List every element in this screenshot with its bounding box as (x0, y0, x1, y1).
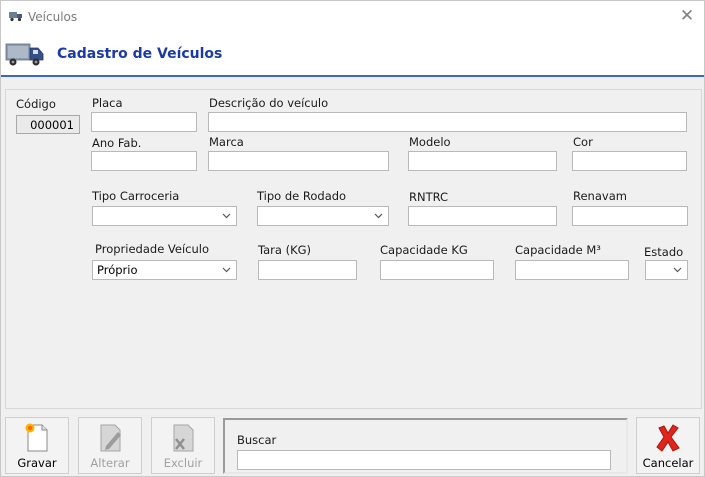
edit-document-icon (100, 424, 121, 452)
truck-icon (5, 43, 44, 66)
capacidade-kg-label: Capacidade KG (380, 243, 468, 257)
red-x-icon (656, 424, 680, 452)
chevron-down-icon (673, 267, 682, 273)
title-bar: Veículos ✕ (1, 1, 704, 33)
rntrc-label: RNTRC (409, 190, 449, 204)
close-icon: ✕ (679, 6, 695, 26)
tipo-rodado-select[interactable] (257, 206, 389, 226)
modelo-input[interactable] (408, 151, 557, 171)
codigo-label: Código (16, 97, 56, 111)
chevron-down-icon (374, 213, 383, 219)
tara-label: Tara (KG) (258, 243, 312, 257)
search-input[interactable] (237, 450, 611, 470)
renavam-input[interactable] (572, 206, 688, 226)
capacidade-kg-input[interactable] (380, 260, 494, 280)
alterar-button[interactable]: Alterar (78, 417, 142, 474)
tara-input[interactable] (258, 260, 357, 280)
vehicle-window: Veículos ✕ Cadastro de Veículos Código 0… (0, 0, 705, 477)
rntrc-input[interactable] (408, 206, 557, 226)
tipo-carroceria-label: Tipo Carroceria (92, 189, 180, 203)
gravar-label: Gravar (17, 456, 57, 470)
chevron-down-icon (222, 267, 231, 273)
codigo-field: 000001 (16, 115, 80, 134)
chevron-down-icon (222, 213, 231, 219)
capacidade-m3-input[interactable] (515, 260, 629, 280)
search-label: Buscar (237, 433, 277, 447)
form-header: Cadastro de Veículos (1, 33, 704, 77)
placa-label: Placa (92, 96, 123, 110)
cor-label: Cor (573, 135, 593, 149)
marca-input[interactable] (208, 151, 389, 171)
new-document-icon (25, 423, 48, 452)
descricao-input[interactable] (208, 112, 687, 132)
marca-label: Marca (209, 135, 244, 149)
tipo-rodado-label: Tipo de Rodado (257, 189, 347, 203)
capacidade-m3-label: Capacidade M³ (515, 243, 601, 257)
estado-label: Estado (644, 245, 684, 259)
ano-fab-input[interactable] (91, 151, 197, 171)
delete-document-icon (173, 424, 194, 452)
window-title: Veículos (28, 10, 78, 24)
gravar-button[interactable]: Gravar (5, 417, 69, 474)
descricao-label: Descrição do veículo (209, 96, 329, 110)
form-panel: Código 000001 Placa Descrição do veículo… (5, 89, 702, 409)
modelo-label: Modelo (409, 135, 451, 149)
excluir-button[interactable]: Excluir (151, 417, 215, 474)
excluir-label: Excluir (163, 456, 203, 470)
cor-input[interactable] (572, 151, 687, 171)
search-panel: Buscar (223, 418, 628, 474)
propriedade-label: Propriedade Veículo (95, 242, 210, 256)
truck-small-icon (9, 12, 22, 22)
cancelar-button[interactable]: Cancelar (636, 417, 700, 474)
page-title: Cadastro de Veículos (57, 46, 223, 62)
ano-fab-label: Ano Fab. (92, 136, 142, 150)
placa-input[interactable] (91, 112, 197, 132)
propriedade-select[interactable]: Próprio (92, 260, 237, 280)
tipo-carroceria-select[interactable] (92, 206, 237, 226)
estado-select[interactable] (645, 260, 688, 280)
renavam-label: Renavam (573, 189, 627, 203)
alterar-label: Alterar (90, 456, 130, 470)
cancelar-label: Cancelar (642, 456, 694, 470)
close-button[interactable]: ✕ (676, 5, 698, 27)
propriedade-value: Próprio (97, 263, 138, 277)
